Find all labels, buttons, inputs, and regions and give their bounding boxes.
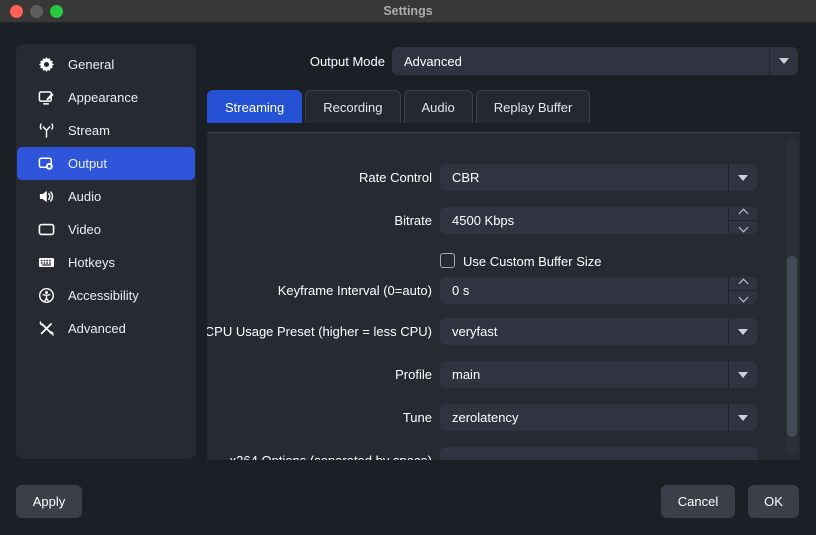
- rate-control-value: CBR: [452, 170, 480, 185]
- sidebar-item-accessibility[interactable]: Accessibility: [17, 279, 195, 312]
- sidebar-item-audio[interactable]: Audio: [17, 180, 195, 213]
- close-window-button[interactable]: [10, 5, 23, 18]
- titlebar: Settings: [0, 0, 816, 23]
- tab-label: Recording: [323, 99, 383, 115]
- sidebar-item-stream[interactable]: Stream: [17, 114, 195, 147]
- cpu-usage-preset-select[interactable]: veryfast: [440, 318, 757, 345]
- chevron-down-icon: [738, 328, 748, 335]
- tab-recording[interactable]: Recording: [305, 90, 401, 123]
- sidebar-item-appearance[interactable]: Appearance: [17, 81, 195, 114]
- x264-options-value: [440, 447, 757, 460]
- chevron-down-icon: [738, 371, 748, 378]
- x264-options-input[interactable]: [440, 447, 757, 460]
- dropdown-button[interactable]: [769, 47, 798, 75]
- profile-label: Profile: [395, 367, 432, 382]
- sidebar-item-label: Appearance: [68, 90, 139, 105]
- dropdown-button[interactable]: [728, 361, 757, 388]
- zoom-window-button[interactable]: [50, 5, 63, 18]
- tab-label: Replay Buffer: [493, 99, 573, 115]
- sidebar-item-label: Accessibility: [68, 288, 139, 303]
- spin-buttons[interactable]: [728, 207, 757, 234]
- spin-buttons[interactable]: [728, 277, 757, 304]
- monitor-icon: [37, 221, 55, 239]
- sidebar-item-advanced[interactable]: Advanced: [17, 312, 195, 345]
- use-custom-buffer-size-label: Use Custom Buffer Size: [463, 254, 602, 269]
- tab-audio[interactable]: Audio: [403, 90, 473, 123]
- bitrate-value: 4500 Kbps: [452, 213, 515, 228]
- sidebar-item-label: Video: [68, 222, 102, 237]
- tools-icon: [37, 320, 55, 338]
- cancel-button[interactable]: Cancel: [661, 485, 735, 518]
- keyboard-icon: [37, 254, 55, 272]
- sidebar-item-output[interactable]: Output: [17, 147, 195, 180]
- sidebar-item-label: General: [68, 57, 115, 72]
- output-mode-label: Output Mode: [309, 53, 385, 69]
- chevron-down-icon: [738, 174, 748, 181]
- appearance-icon: [37, 89, 55, 107]
- divider: [729, 220, 757, 221]
- sidebar-item-hotkeys[interactable]: Hotkeys: [17, 246, 195, 279]
- profile-value: main: [452, 367, 481, 382]
- dropdown-button[interactable]: [728, 404, 757, 431]
- tune-label: Tune: [402, 410, 432, 425]
- output-mode-select[interactable]: Advanced: [392, 47, 798, 75]
- output-icon: [37, 155, 55, 173]
- sidebar-item-general[interactable]: General: [17, 48, 195, 81]
- keyframe-interval-value: 0 s: [452, 283, 470, 298]
- vertical-scrollbar[interactable]: [786, 139, 798, 455]
- chevron-down-icon: [738, 414, 748, 421]
- divider: [729, 290, 757, 291]
- bitrate-label: Bitrate: [394, 213, 432, 228]
- rate-control-label: Rate Control: [359, 170, 432, 185]
- dropdown-button[interactable]: [728, 164, 757, 191]
- chevron-up-icon: [738, 208, 748, 219]
- chevron-down-icon: [779, 58, 789, 64]
- x264-options-label: x264 Options (separated by space): [207, 447, 432, 460]
- tab-label: Streaming: [225, 99, 285, 115]
- minimize-window-button[interactable]: [30, 5, 43, 18]
- chevron-up-icon: [738, 278, 748, 289]
- tune-value: zerolatency: [452, 410, 519, 425]
- sidebar-item-video[interactable]: Video: [17, 213, 195, 246]
- tab-label: Audio: [421, 99, 455, 115]
- profile-select[interactable]: main: [440, 361, 757, 388]
- bitrate-spinbox[interactable]: 4500 Kbps: [440, 207, 757, 234]
- cpu-usage-preset-label: CPU Usage Preset (higher = less CPU): [207, 324, 432, 339]
- speaker-icon: [37, 188, 55, 206]
- keyframe-interval-spinbox[interactable]: 0 s: [440, 277, 757, 304]
- window-controls: [10, 0, 63, 23]
- tab-replay-buffer[interactable]: Replay Buffer: [475, 90, 591, 123]
- sidebar-item-label: Advanced: [68, 321, 126, 336]
- output-tabs: Streaming Recording Audio Replay Buffer: [207, 90, 591, 123]
- rate-control-select[interactable]: CBR: [440, 164, 757, 191]
- tab-streaming[interactable]: Streaming: [207, 90, 303, 123]
- keyframe-interval-label: Keyframe Interval (0=auto): [277, 283, 432, 298]
- stream-icon: [37, 122, 55, 140]
- output-mode-value: Advanced: [404, 53, 462, 69]
- cpu-usage-preset-value: veryfast: [452, 324, 498, 339]
- sidebar-item-label: Output: [68, 156, 108, 171]
- gear-icon: [37, 56, 55, 74]
- sidebar-item-label: Audio: [68, 189, 102, 204]
- window-title: Settings: [383, 4, 433, 18]
- apply-button[interactable]: Apply: [16, 485, 82, 518]
- settings-sidebar: General Appearance Stream Output Audio V…: [16, 44, 196, 459]
- tune-select[interactable]: zerolatency: [440, 404, 757, 431]
- scrollbar-thumb[interactable]: [787, 256, 797, 437]
- dropdown-button[interactable]: [728, 318, 757, 345]
- use-custom-buffer-size-checkbox[interactable]: [440, 253, 455, 268]
- accessibility-icon: [37, 287, 55, 305]
- sidebar-item-label: Hotkeys: [68, 255, 115, 270]
- chevron-down-icon: [738, 222, 748, 233]
- ok-button[interactable]: OK: [748, 485, 799, 518]
- sidebar-item-label: Stream: [68, 123, 110, 138]
- chevron-down-icon: [738, 292, 748, 303]
- streaming-settings-panel: Rate Control CBR Bitrate 4500 Kbps Use C…: [207, 132, 800, 460]
